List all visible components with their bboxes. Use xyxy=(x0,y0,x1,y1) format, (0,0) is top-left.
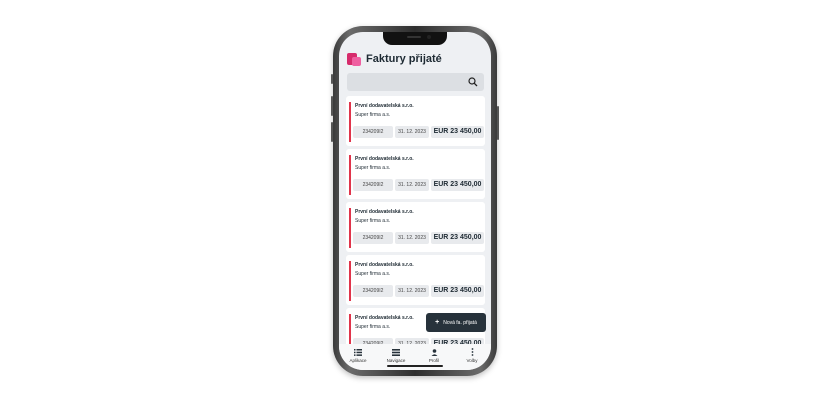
tab-label: Profil xyxy=(428,358,440,363)
invoice-amount: EUR 23 450,00 xyxy=(431,126,484,138)
invoice-card[interactable]: První dodavatelská s.r.o. Super firma a.… xyxy=(346,202,485,252)
invoice-status-bar xyxy=(349,102,351,142)
person-icon xyxy=(431,348,438,356)
more-vertical-icon xyxy=(471,348,474,356)
invoice-status-bar xyxy=(349,155,351,195)
invoice-customer: Super firma a.s. xyxy=(355,165,391,171)
invoice-date: 31. 12. 2023 xyxy=(395,285,429,297)
tab-aplikace[interactable]: Aplikace xyxy=(340,348,376,363)
new-invoice-label: Nová fa. přijatá xyxy=(443,319,477,326)
mute-switch xyxy=(331,74,333,84)
invoice-card[interactable]: První dodavatelská s.r.o. Super firma a.… xyxy=(346,96,485,146)
invoice-customer: Super firma a.s. xyxy=(355,218,391,224)
app-logo-icon xyxy=(347,52,361,66)
invoice-supplier: První dodavatelská s.r.o. xyxy=(355,103,414,109)
power-button xyxy=(497,106,499,140)
invoice-number: 234209I2 xyxy=(353,232,393,244)
tab-label: Navigace xyxy=(386,358,406,363)
invoice-amount: EUR 23 450,00 xyxy=(431,285,484,297)
app-header: Faktury přijaté xyxy=(347,51,442,67)
search-input[interactable] xyxy=(347,73,484,91)
page-title: Faktury přijaté xyxy=(366,53,442,65)
new-invoice-button[interactable]: + Nová fa. přijatá xyxy=(426,313,486,332)
invoice-date: 31. 12. 2023 xyxy=(395,232,429,244)
invoice-date: 31. 12. 2023 xyxy=(395,126,429,138)
invoice-supplier: První dodavatelská s.r.o. xyxy=(355,156,414,162)
invoice-customer: Super firma a.s. xyxy=(355,112,391,118)
invoice-number: 234209I2 xyxy=(353,126,393,138)
invoice-number: 234209I2 xyxy=(353,179,393,191)
menu-icon xyxy=(392,348,400,356)
phone-frame: Faktury přijaté První dodavatelská s.r.o… xyxy=(331,26,499,376)
notch xyxy=(383,32,447,45)
invoice-customer: Super firma a.s. xyxy=(355,324,391,330)
invoice-amount: EUR 23 450,00 xyxy=(431,232,484,244)
bottom-tab-bar: Aplikace Navigace Profil Volby xyxy=(339,344,491,370)
invoice-date: 31. 12. 2023 xyxy=(395,179,429,191)
invoice-amount: EUR 23 450,00 xyxy=(431,179,484,191)
plus-icon: + xyxy=(435,319,440,326)
invoice-supplier: První dodavatelská s.r.o. xyxy=(355,209,414,215)
tab-navigace[interactable]: Navigace xyxy=(378,348,414,363)
invoice-status-bar xyxy=(349,261,351,301)
front-camera xyxy=(427,35,431,39)
search-icon[interactable] xyxy=(468,77,478,87)
invoice-number: 234209I2 xyxy=(353,285,393,297)
invoice-card[interactable]: První dodavatelská s.r.o. Super firma a.… xyxy=(346,149,485,199)
apps-list-icon xyxy=(354,348,362,356)
tab-label: Volby xyxy=(466,358,478,363)
tab-volby[interactable]: Volby xyxy=(454,348,490,363)
invoice-supplier: První dodavatelská s.r.o. xyxy=(355,315,414,321)
phone-screen: Faktury přijaté První dodavatelská s.r.o… xyxy=(339,32,491,370)
volume-down-button xyxy=(331,122,333,142)
invoice-customer: Super firma a.s. xyxy=(355,271,391,277)
tab-profil[interactable]: Profil xyxy=(416,348,452,363)
invoice-card[interactable]: První dodavatelská s.r.o. Super firma a.… xyxy=(346,255,485,305)
invoice-status-bar xyxy=(349,208,351,248)
tab-label: Aplikace xyxy=(349,358,367,363)
home-indicator[interactable] xyxy=(387,365,443,367)
invoice-supplier: První dodavatelská s.r.o. xyxy=(355,262,414,268)
speaker xyxy=(407,36,421,38)
volume-up-button xyxy=(331,96,333,116)
